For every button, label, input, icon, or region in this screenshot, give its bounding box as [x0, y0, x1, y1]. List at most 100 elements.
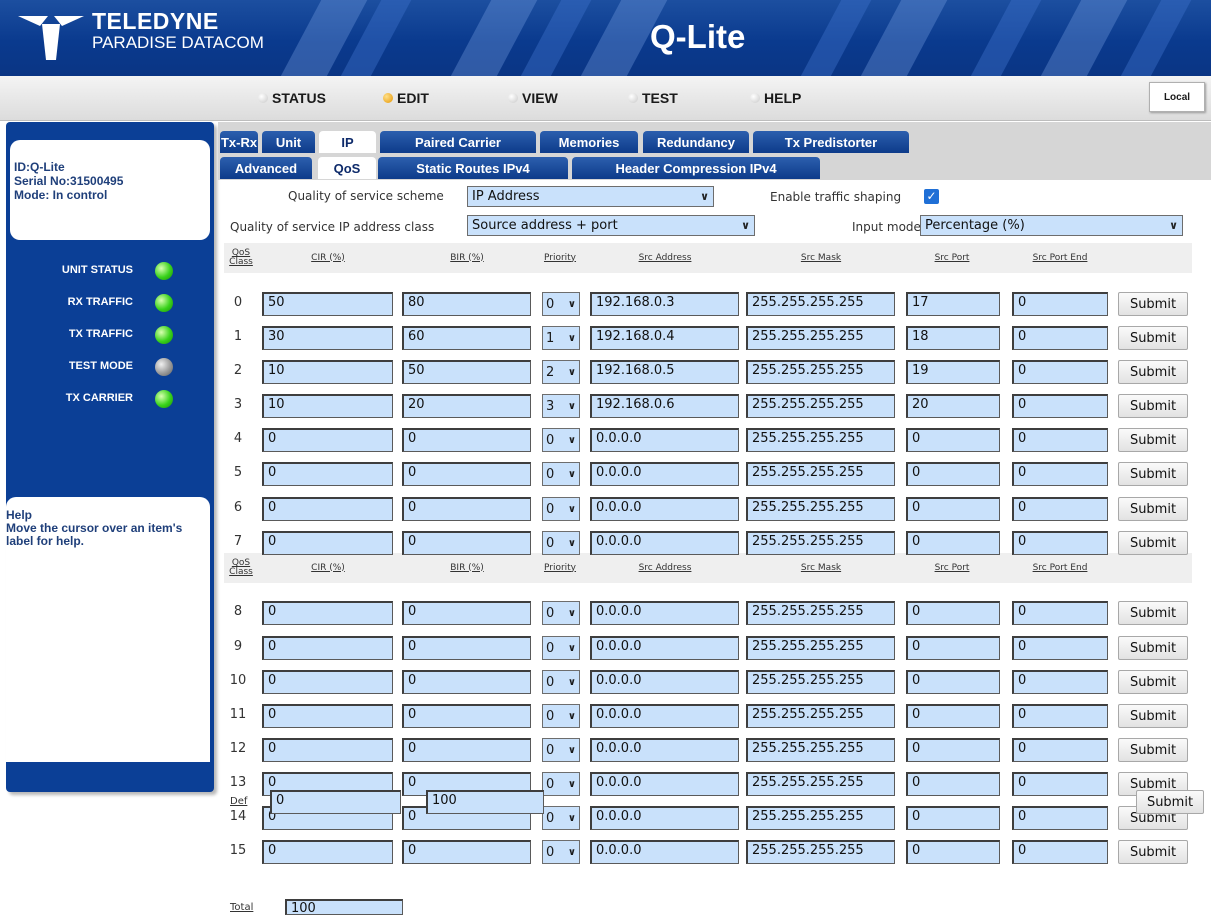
cir-field[interactable]: 0 — [262, 738, 393, 762]
bir-field[interactable]: 0 — [402, 704, 531, 728]
src-port-end-field[interactable]: 0 — [1012, 462, 1108, 486]
cir-field[interactable]: 50 — [262, 292, 393, 316]
tab-advanced[interactable]: Advanced — [220, 157, 312, 179]
submit-button[interactable]: Submit — [1118, 531, 1188, 555]
submit-button[interactable]: Submit — [1118, 670, 1188, 694]
src-address-field[interactable]: 0.0.0.0 — [590, 601, 739, 625]
bir-field[interactable]: 0 — [402, 428, 531, 452]
nav-status[interactable]: STATUS — [258, 90, 326, 106]
bir-field[interactable]: 20 — [402, 394, 531, 418]
src-address-field[interactable]: 0.0.0.0 — [590, 704, 739, 728]
submit-button[interactable]: Submit — [1118, 394, 1188, 418]
priority-select[interactable]: 0 ∨ — [542, 806, 580, 830]
tab-redundancy[interactable]: Redundancy — [643, 131, 749, 153]
src-mask-field[interactable]: 255.255.255.255 — [746, 326, 895, 350]
tab-memories[interactable]: Memories — [540, 131, 638, 153]
cir-field[interactable]: 0 — [262, 428, 393, 452]
tab-tx-rx[interactable]: Tx-Rx — [220, 131, 258, 153]
bir-field[interactable]: 0 — [402, 531, 531, 555]
src-address-field[interactable]: 0.0.0.0 — [590, 531, 739, 555]
priority-select[interactable]: 0 ∨ — [542, 428, 580, 452]
src-address-field[interactable]: 192.168.0.5 — [590, 360, 739, 384]
src-port-end-field[interactable]: 0 — [1012, 326, 1108, 350]
src-port-field[interactable]: 0 — [906, 462, 1000, 486]
submit-button[interactable]: Submit — [1118, 360, 1188, 384]
src-port-field[interactable]: 0 — [906, 670, 1000, 694]
src-address-field[interactable]: 0.0.0.0 — [590, 670, 739, 694]
src-mask-field[interactable]: 255.255.255.255 — [746, 531, 895, 555]
src-port-field[interactable]: 0 — [906, 636, 1000, 660]
src-port-end-field[interactable]: 0 — [1012, 840, 1108, 864]
def-cir-field[interactable]: 0 — [270, 790, 401, 814]
src-address-field[interactable]: 0.0.0.0 — [590, 462, 739, 486]
tab-paired-carrier[interactable]: Paired Carrier — [380, 131, 536, 153]
src-mask-field[interactable]: 255.255.255.255 — [746, 636, 895, 660]
src-port-field[interactable]: 20 — [906, 394, 1000, 418]
input-mode-select[interactable]: Percentage (%) ∨ — [920, 215, 1183, 236]
cir-field[interactable]: 0 — [262, 670, 393, 694]
src-port-end-field[interactable]: 0 — [1012, 394, 1108, 418]
src-address-field[interactable]: 0.0.0.0 — [590, 738, 739, 762]
priority-select[interactable]: 0 ∨ — [542, 497, 580, 521]
src-port-end-field[interactable]: 0 — [1012, 292, 1108, 316]
src-port-end-field[interactable]: 0 — [1012, 704, 1108, 728]
src-port-end-field[interactable]: 0 — [1012, 601, 1108, 625]
src-port-field[interactable]: 0 — [906, 497, 1000, 521]
priority-select[interactable]: 0 ∨ — [542, 738, 580, 762]
priority-select[interactable]: 0 ∨ — [542, 601, 580, 625]
src-address-field[interactable]: 0.0.0.0 — [590, 806, 739, 830]
src-port-field[interactable]: 18 — [906, 326, 1000, 350]
src-port-end-field[interactable]: 0 — [1012, 772, 1108, 796]
src-mask-field[interactable]: 255.255.255.255 — [746, 772, 895, 796]
submit-button[interactable]: Submit — [1118, 428, 1188, 452]
priority-select[interactable]: 0 ∨ — [542, 772, 580, 796]
src-mask-field[interactable]: 255.255.255.255 — [746, 292, 895, 316]
tab-qos[interactable]: QoS — [318, 157, 376, 179]
src-mask-field[interactable]: 255.255.255.255 — [746, 394, 895, 418]
priority-select[interactable]: 0 ∨ — [542, 704, 580, 728]
bir-field[interactable]: 80 — [402, 292, 531, 316]
src-mask-field[interactable]: 255.255.255.255 — [746, 360, 895, 384]
priority-select[interactable]: 0 ∨ — [542, 292, 580, 316]
src-port-field[interactable]: 0 — [906, 772, 1000, 796]
src-address-field[interactable]: 192.168.0.3 — [590, 292, 739, 316]
src-address-field[interactable]: 0.0.0.0 — [590, 636, 739, 660]
src-address-field[interactable]: 192.168.0.6 — [590, 394, 739, 418]
src-mask-field[interactable]: 255.255.255.255 — [746, 704, 895, 728]
src-port-field[interactable]: 0 — [906, 738, 1000, 762]
bir-field[interactable]: 0 — [402, 601, 531, 625]
src-port-end-field[interactable]: 0 — [1012, 738, 1108, 762]
src-port-end-field[interactable]: 0 — [1012, 636, 1108, 660]
bir-field[interactable]: 0 — [402, 462, 531, 486]
cir-field[interactable]: 0 — [262, 462, 393, 486]
src-port-field[interactable]: 0 — [906, 428, 1000, 452]
src-port-field[interactable]: 0 — [906, 601, 1000, 625]
src-mask-field[interactable]: 255.255.255.255 — [746, 840, 895, 864]
cir-field[interactable]: 0 — [262, 636, 393, 660]
cir-field[interactable]: 10 — [262, 394, 393, 418]
bir-field[interactable]: 0 — [402, 636, 531, 660]
cir-field[interactable]: 0 — [262, 531, 393, 555]
src-mask-field[interactable]: 255.255.255.255 — [746, 497, 895, 521]
cir-field[interactable]: 0 — [262, 704, 393, 728]
src-port-field[interactable]: 0 — [906, 840, 1000, 864]
submit-button[interactable]: Submit — [1118, 636, 1188, 660]
bir-field[interactable]: 50 — [402, 360, 531, 384]
src-port-end-field[interactable]: 0 — [1012, 428, 1108, 452]
class-select[interactable]: Source address + port ∨ — [467, 215, 755, 236]
tab-unit[interactable]: Unit — [262, 131, 315, 153]
src-address-field[interactable]: 0.0.0.0 — [590, 772, 739, 796]
cir-field[interactable]: 10 — [262, 360, 393, 384]
priority-select[interactable]: 1 ∨ — [542, 326, 580, 350]
tab-header-compression-ipv4[interactable]: Header Compression IPv4 — [572, 157, 820, 179]
bir-field[interactable]: 0 — [402, 497, 531, 521]
src-port-end-field[interactable]: 0 — [1012, 670, 1108, 694]
bir-field[interactable]: 0 — [402, 670, 531, 694]
src-address-field[interactable]: 0.0.0.0 — [590, 428, 739, 452]
src-mask-field[interactable]: 255.255.255.255 — [746, 601, 895, 625]
submit-button[interactable]: Submit — [1118, 497, 1188, 521]
def-bir-field[interactable]: 100 — [426, 790, 544, 814]
priority-select[interactable]: 2 ∨ — [542, 360, 580, 384]
submit-button[interactable]: Submit — [1118, 326, 1188, 350]
cir-field[interactable]: 30 — [262, 326, 393, 350]
